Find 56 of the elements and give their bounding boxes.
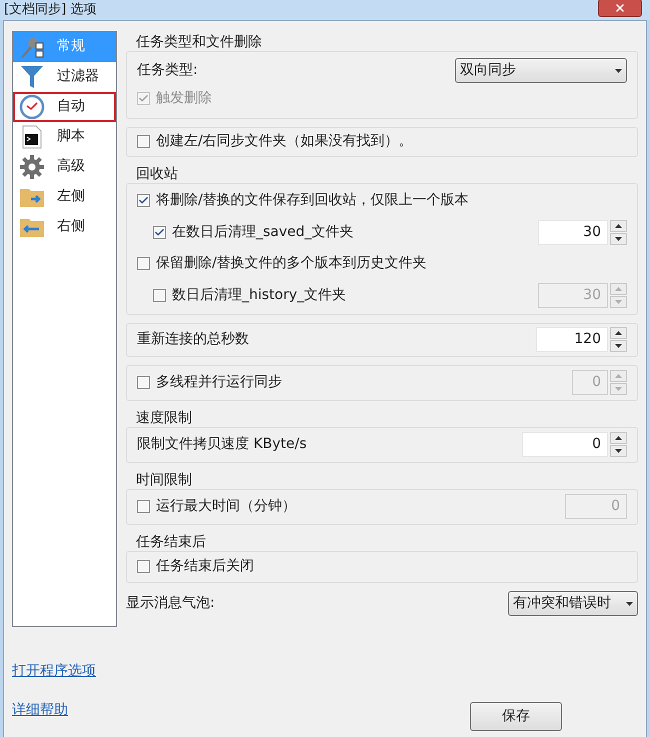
checkbox[interactable]: 在数日后清理_saved_文件夹	[153, 222, 354, 242]
speed-limit-label: 限制文件拷贝速度 KByte/s	[137, 435, 307, 454]
caret-down-icon	[615, 387, 622, 391]
caret-down-icon	[615, 449, 622, 453]
number-field[interactable]: 0	[522, 432, 608, 457]
task-type-dropdown[interactable]: 双向同步	[455, 58, 627, 83]
checkbox[interactable]: 将删除/替换的文件保存到回收站，仅限上一个版本	[137, 190, 469, 211]
category-item[interactable]: 右侧	[13, 212, 116, 242]
check-icon	[138, 195, 149, 206]
funnel-icon	[20, 64, 44, 88]
spin-up-button[interactable]	[610, 432, 627, 444]
spin-up-button[interactable]	[610, 327, 627, 339]
category-item[interactable]: 脚本	[13, 122, 116, 152]
group-title: 速度限制	[135, 408, 193, 426]
checkbox[interactable]: 任务结束后关闭	[137, 556, 254, 577]
caret-up-icon	[615, 331, 622, 335]
caret-down-icon	[615, 236, 622, 240]
spin-down-button[interactable]	[610, 340, 627, 352]
group-title: 回收站	[135, 164, 179, 182]
check-icon	[138, 93, 149, 104]
group-title: 任务类型和文件删除	[135, 32, 263, 50]
caret-up-icon	[615, 224, 622, 228]
group-title: 时间限制	[135, 470, 193, 488]
close-button[interactable]	[598, 0, 642, 17]
caret-down-icon	[615, 344, 622, 348]
category-item[interactable]: 过滤器	[13, 62, 116, 92]
number-field[interactable]: 30	[538, 220, 608, 244]
category-item[interactable]: 左侧	[13, 182, 116, 212]
group-title: 任务结束后	[135, 532, 207, 550]
check-icon	[154, 226, 165, 238]
task-type-label: 任务类型:	[137, 61, 198, 80]
number-field[interactable]: 120	[536, 327, 608, 352]
caret-up-icon	[615, 436, 622, 440]
script-file-icon	[22, 124, 42, 148]
caret-down-icon	[626, 602, 633, 606]
reconnect-label: 重新连接的总秒数	[137, 330, 249, 349]
caret-down-icon	[615, 68, 622, 72]
checkbox[interactable]: 创建左/右同步文件夹（如果没有找到）。	[137, 131, 413, 152]
window-title: [文档同步] 选项	[4, 1, 96, 19]
checkbox[interactable]: 保留删除/替换文件的多个版本到历史文件夹	[137, 253, 427, 274]
caret-up-icon	[615, 374, 622, 378]
caret-down-icon	[615, 300, 622, 304]
spin-up-button[interactable]	[610, 220, 627, 232]
help-link[interactable]: 打开程序选项	[12, 660, 96, 682]
save-button[interactable]: 保存	[470, 702, 562, 730]
category-item[interactable]: 自动	[13, 92, 116, 122]
bubble-label: 显示消息气泡:	[126, 594, 215, 613]
spin-down-button[interactable]	[610, 232, 627, 244]
category-item[interactable]: 高级	[13, 152, 116, 182]
spin-down-button[interactable]	[610, 445, 627, 457]
bubble-dropdown[interactable]: 有冲突和错误时	[508, 591, 638, 616]
caret-up-icon	[615, 286, 622, 290]
clock-icon	[19, 94, 45, 120]
close-icon	[614, 2, 626, 14]
gear-icon	[20, 154, 44, 178]
help-link[interactable]: 详细帮助	[12, 700, 96, 720]
